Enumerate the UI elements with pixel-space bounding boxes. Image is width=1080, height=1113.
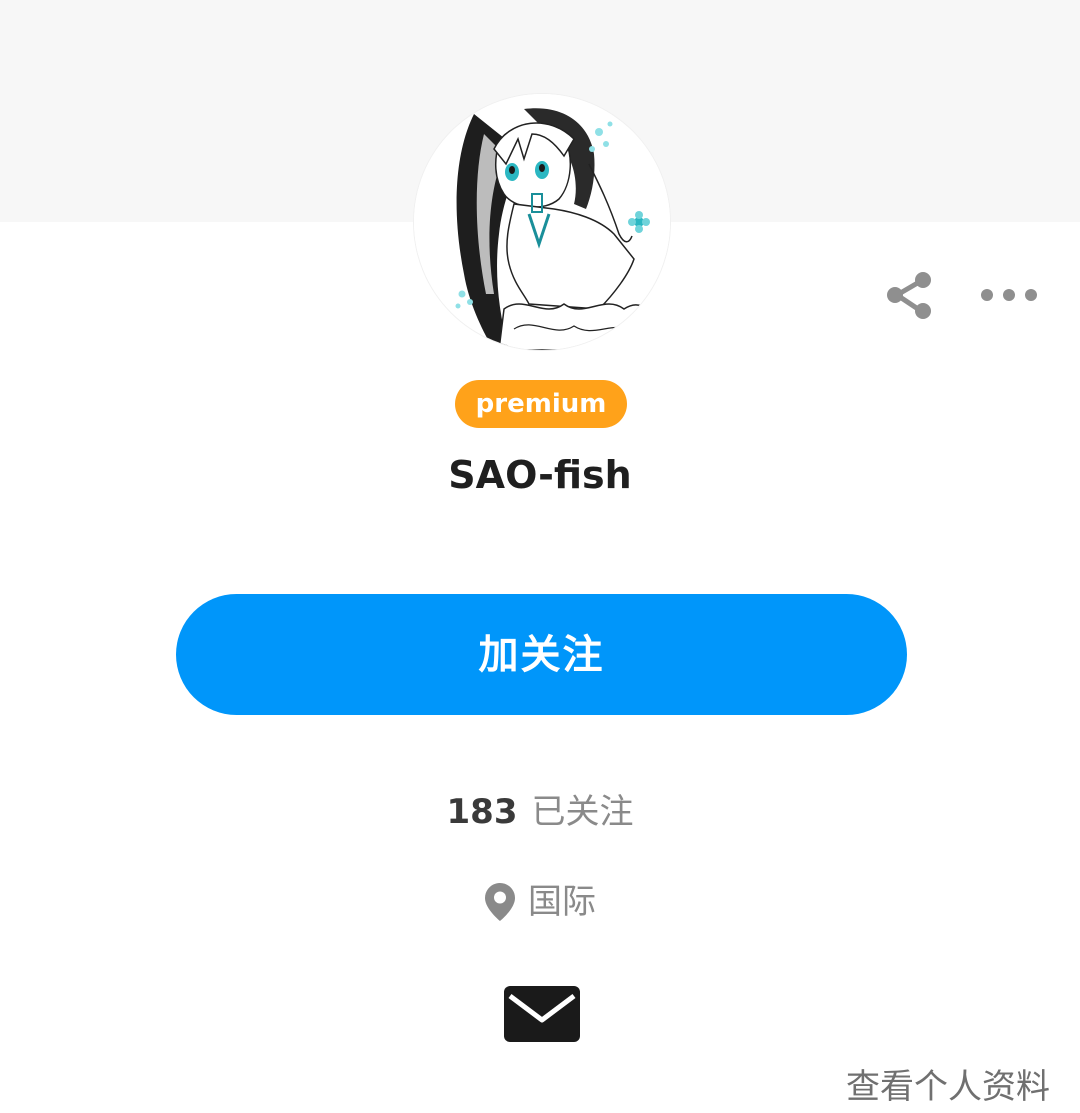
location-text: 国际 [528,882,596,922]
following-label: 已关注 [531,792,634,832]
mail-icon [504,986,580,1042]
more-options-icon [981,289,1037,301]
following-stats[interactable]: 183 已关注 [0,788,1080,836]
more-options-button[interactable] [974,268,1044,322]
following-count: 183 [446,792,518,832]
location: 国际 [0,878,1080,926]
premium-badge: premium [455,380,627,428]
avatar-illustration [414,94,670,350]
follow-button[interactable]: 加关注 [176,594,907,715]
location-pin-icon [485,883,515,921]
username: SAO-fish [448,453,632,497]
share-icon [887,272,931,319]
share-button[interactable] [880,266,938,324]
view-profile-link[interactable]: 查看个人资料 [800,1062,1050,1112]
message-button[interactable] [500,982,584,1046]
avatar[interactable] [414,94,670,350]
profile-page: premium SAO-fish 加关注 183 已关注 国际 查看个人资料 [0,0,1080,1113]
